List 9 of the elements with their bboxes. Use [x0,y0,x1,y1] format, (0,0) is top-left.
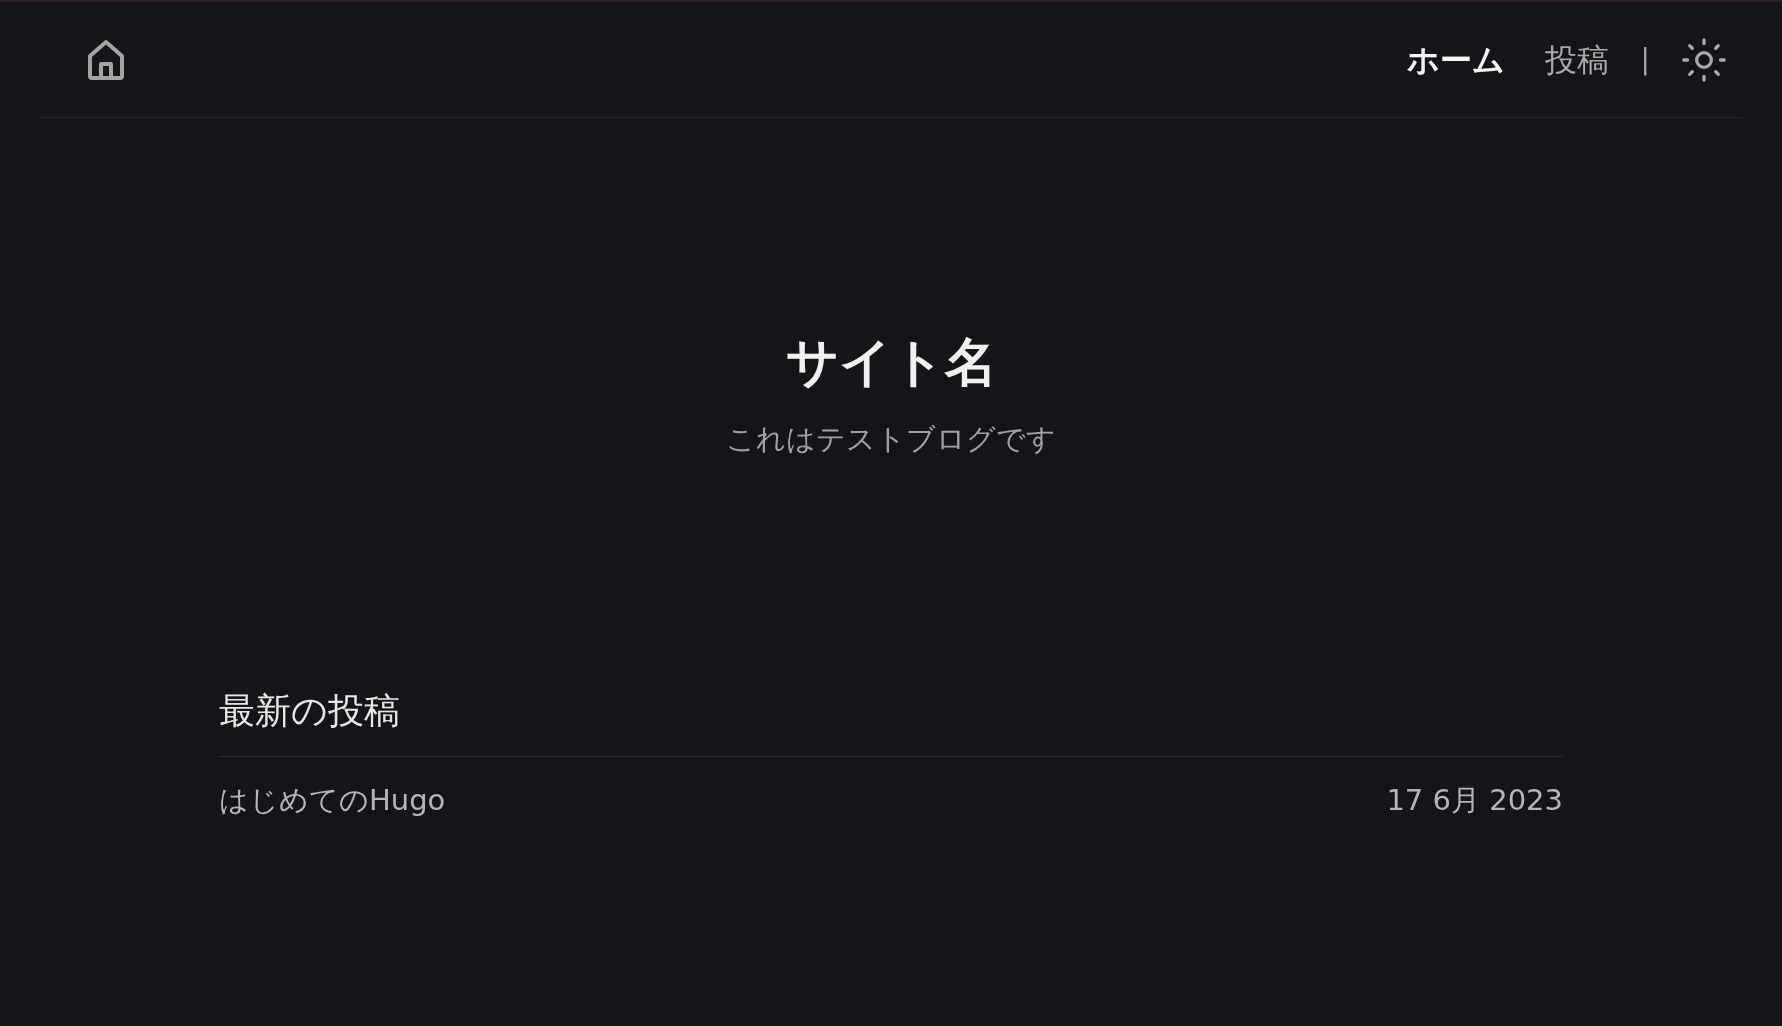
section-heading: 最新の投稿 [219,683,1563,757]
post-date: 17 6月 2023 [1386,781,1563,819]
site-description: これはテストブログです [726,421,1056,458]
post-title-link[interactable]: はじめてのHugo [219,778,446,822]
nav-link[interactable]: ホーム [1406,35,1505,84]
site-title: サイト名 [785,336,997,388]
nav-link[interactable]: 投稿 [1544,35,1609,84]
theme-toggle-icon[interactable] [1682,37,1726,82]
nav-separator: | [1640,41,1650,78]
